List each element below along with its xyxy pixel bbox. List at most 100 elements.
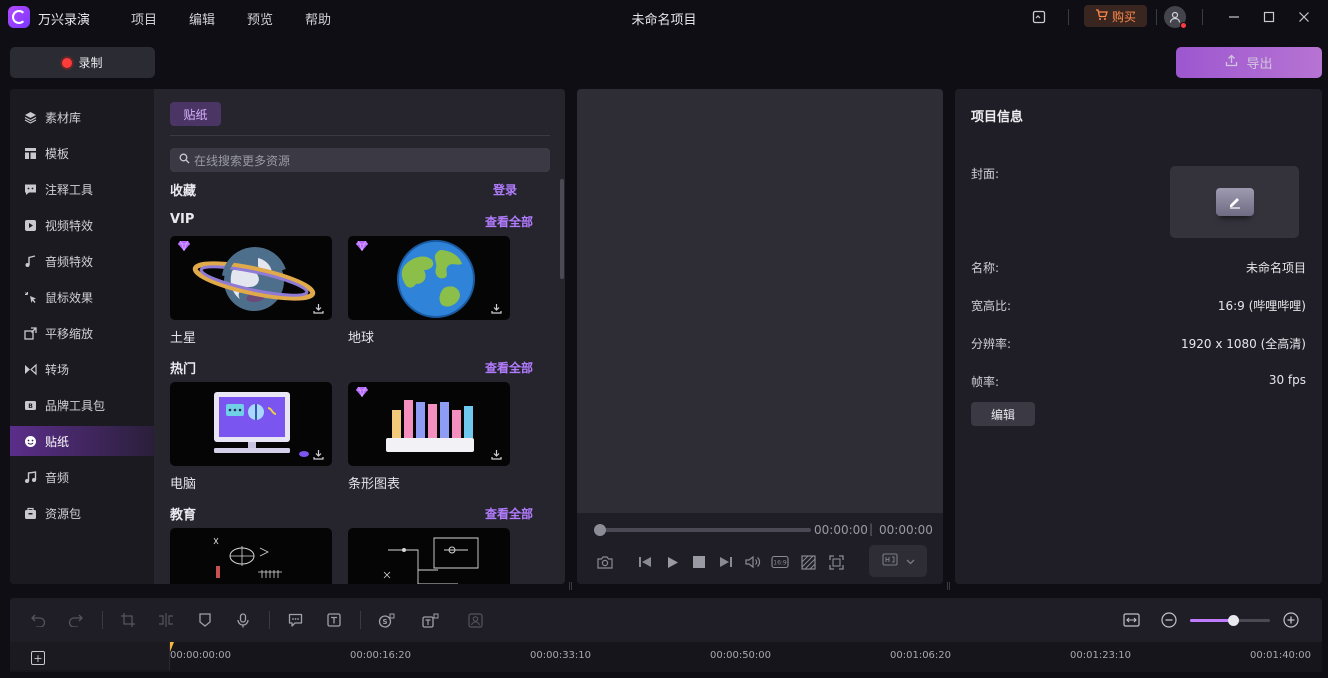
menu-project[interactable]: 项目 [131,9,157,28]
transition-icon [23,362,37,376]
marker-icon[interactable] [196,611,214,629]
sticker-card-earth[interactable] [348,236,510,320]
close-icon[interactable] [1294,7,1314,27]
svg-text:16:9: 16:9 [773,560,787,567]
next-frame-icon[interactable] [717,553,735,571]
computer-illustration [214,392,309,457]
zoom-slider-knob[interactable] [1228,615,1239,626]
feedback-icon[interactable] [1030,8,1048,26]
resolution-value: 1920 x 1080 (全高清) [1181,337,1306,351]
saturn-illustration [192,247,316,311]
sidebar-item-resource-pack[interactable]: 资源包 [10,498,154,528]
asset-panel: 素材库 模板 注释工具 视频特效 音频特效 鼠标效果 平移缩放 转场 B 品牌工… [10,89,565,584]
playback-progress-bar[interactable] [597,528,811,532]
menu-edit[interactable]: 编辑 [189,9,215,28]
download-icon[interactable] [490,302,502,314]
export-icon [1225,54,1238,71]
zoom-out-icon[interactable] [1160,611,1178,629]
record-button[interactable]: 录制 [10,47,155,78]
sidebar-item-label: 音频特效 [45,254,94,269]
sidebar-item-template[interactable]: 模板 [10,138,154,168]
sidebar-item-label: 鼠标效果 [45,290,94,305]
scrollbar[interactable] [560,179,564,279]
fit-timeline-icon[interactable] [1122,611,1140,629]
minimize-icon[interactable] [1224,7,1244,27]
crop-icon[interactable] [119,611,137,629]
download-icon[interactable] [312,302,324,314]
aspect-ratio-icon[interactable]: 16:9 [771,553,789,571]
avatar-overlay-icon[interactable] [466,611,484,629]
sidebar-item-library[interactable]: 素材库 [10,102,154,132]
sticker-card-saturn[interactable] [170,236,332,320]
sidebar-item-video-effects[interactable]: 视频特效 [10,210,154,240]
quality-icon [881,553,898,569]
add-track-button[interactable]: + [31,651,45,665]
menu-preview[interactable]: 预览 [247,9,273,28]
view-all-education-link[interactable]: 查看全部 [485,505,533,522]
sticker-card-computer[interactable] [170,382,332,466]
play-icon[interactable] [664,553,682,571]
maximize-icon[interactable] [1259,7,1279,27]
volume-icon[interactable] [744,553,762,571]
sticker-overlay-icon[interactable]: S [377,611,395,629]
sidebar-item-audio[interactable]: 音频 [10,462,154,492]
snapshot-camera-icon[interactable] [596,553,614,571]
preview-quality-dropdown[interactable] [869,545,927,577]
split-icon[interactable] [157,611,175,629]
fullscreen-icon[interactable] [827,553,845,571]
safe-area-icon[interactable] [799,553,817,571]
export-button[interactable]: 导出 [1176,47,1322,78]
download-icon[interactable] [312,448,324,460]
total-time: 00:00:00 [879,523,933,537]
edit-project-button[interactable]: 编辑 [971,402,1035,426]
panel-resize-handle[interactable] [569,575,572,590]
sticker-card-education-1[interactable] [170,528,332,584]
search-input[interactable]: 在线搜索更多资源 [170,148,550,172]
sidebar-item-label: 视频特效 [45,218,94,233]
annotation-icon [23,182,37,196]
zoom-in-icon[interactable] [1282,611,1300,629]
menu-help[interactable]: 帮助 [305,9,331,28]
download-icon[interactable] [490,448,502,460]
sticker-card-education-2[interactable] [348,528,510,584]
panel-resize-handle[interactable] [947,575,950,590]
text-icon[interactable] [325,611,343,629]
sidebar-item-sticker[interactable]: 贴纸 [10,426,154,456]
view-all-vip-link[interactable]: 查看全部 [485,213,533,230]
previous-frame-icon[interactable] [636,553,654,571]
sidebar-item-transition[interactable]: 转场 [10,354,154,384]
sidebar-item-label: 平移缩放 [45,326,94,341]
timeline-tick: 00:01:23:10 [1070,650,1132,661]
user-avatar-icon[interactable] [1164,6,1187,29]
toolbar-separator [102,611,103,629]
template-icon [23,146,37,160]
title-template-icon[interactable] [421,611,439,629]
toolbar-separator [269,611,270,629]
sidebar-item-brand-kit[interactable]: B 品牌工具包 [10,390,154,420]
microphone-icon[interactable] [234,611,252,629]
sticker-card-bar-chart[interactable] [348,382,510,466]
sidebar-item-cursor-effects[interactable]: 鼠标效果 [10,282,154,312]
redo-icon[interactable] [66,611,84,629]
favorites-title: 收藏 [170,184,197,199]
current-time: 00:00:00 [814,523,868,537]
math-sketch-illustration [213,537,282,578]
titlebar-separator [1202,9,1203,25]
sidebar-item-annotation[interactable]: 注释工具 [10,174,154,204]
circuit-sketch-illustration [383,537,479,584]
bar-chart-illustration [386,400,474,452]
cover-label: 封面: [971,167,1000,181]
playback-progress-knob[interactable] [594,524,606,536]
view-all-popular-link[interactable]: 查看全部 [485,359,533,376]
preview-canvas [577,89,943,513]
login-link[interactable]: 登录 [493,181,517,198]
cover-thumbnail[interactable] [1170,166,1299,238]
undo-icon[interactable] [29,611,47,629]
stop-icon[interactable] [690,553,708,571]
sidebar-item-pan-zoom[interactable]: 平移缩放 [10,318,154,348]
buy-button[interactable]: 购买 [1084,5,1147,27]
sidebar-item-audio-effects[interactable]: 音频特效 [10,246,154,276]
tab-sticker[interactable]: 贴纸 [170,102,221,126]
speech-bubble-icon[interactable] [286,611,304,629]
section-title-vip: VIP [170,212,195,227]
